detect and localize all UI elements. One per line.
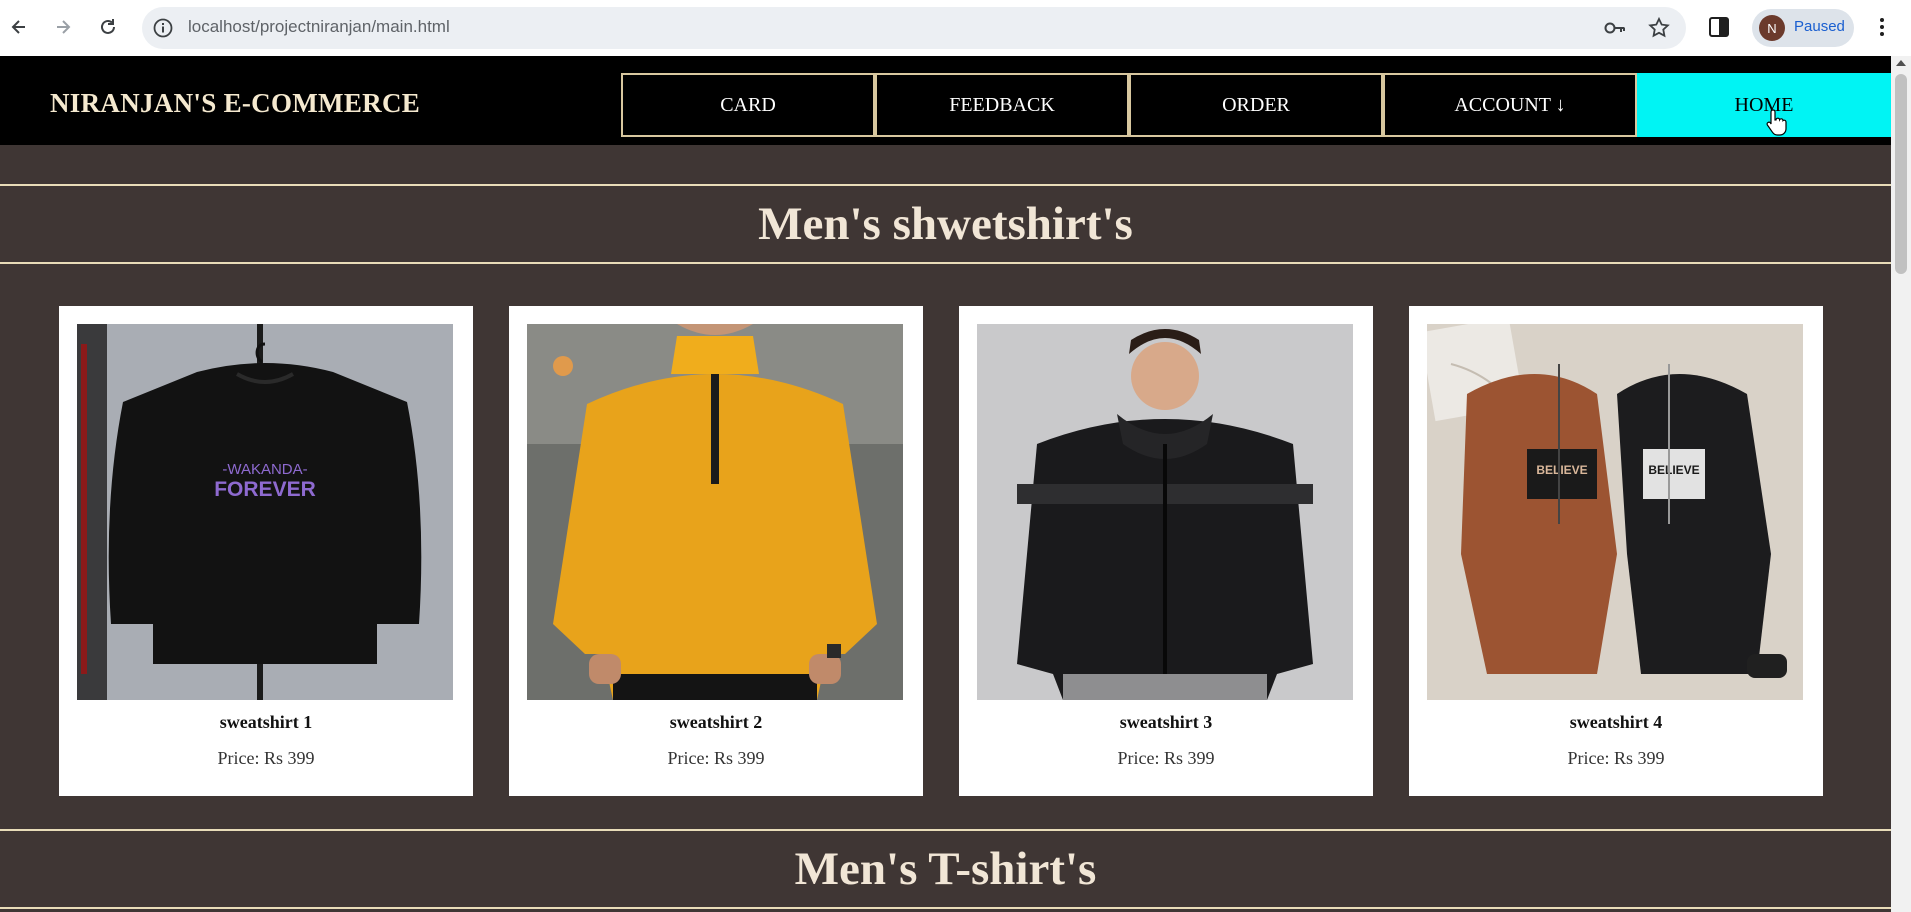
product-image[interactable]: -WAKANDA- FOREVER xyxy=(77,324,453,700)
address-bar[interactable]: localhost/projectniranjan/main.html xyxy=(142,7,1686,49)
scrollbar-thumb[interactable] xyxy=(1895,74,1907,274)
product-price: Price: Rs 399 xyxy=(1567,748,1665,768)
back-icon[interactable] xyxy=(4,12,34,42)
nav-account[interactable]: ACCOUNT ↓ xyxy=(1383,73,1637,137)
scroll-up-icon[interactable] xyxy=(1896,60,1906,66)
product-name: sweatshirt 3 xyxy=(1119,712,1213,732)
product-card[interactable]: -WAKANDA- FOREVER sweatshirt 1 Price: Rs… xyxy=(59,306,473,796)
forward-icon[interactable] xyxy=(48,12,78,42)
page-scrollbar[interactable] xyxy=(1891,56,1911,912)
product-name: sweatshirt 2 xyxy=(669,712,763,732)
hand-cursor-icon xyxy=(1766,109,1787,136)
reload-icon[interactable] xyxy=(93,12,123,42)
svg-text:-WAKANDA-: -WAKANDA- xyxy=(222,461,307,478)
page-viewport: NIRANJAN'S E-COMMERCE CARD FEEDBACK ORDE… xyxy=(0,56,1891,912)
browser-menu-icon[interactable] xyxy=(1872,15,1892,39)
product-card[interactable]: sweatshirt 3 Price: Rs 399 xyxy=(959,306,1373,796)
password-key-icon[interactable] xyxy=(1604,18,1626,38)
product-image[interactable]: BELIEVE BELIEVE xyxy=(1427,324,1803,700)
product-card[interactable]: sweatshirt 2 Price: Rs 399 xyxy=(509,306,923,796)
site-logo[interactable]: NIRANJAN'S E-COMMERCE xyxy=(50,88,420,119)
bookmark-star-icon[interactable] xyxy=(1647,16,1671,40)
product-image[interactable] xyxy=(977,324,1353,700)
section-title-tshirts: Men's T-shirt's xyxy=(0,829,1891,909)
product-price: Price: Rs 399 xyxy=(1117,748,1215,768)
nav-order[interactable]: ORDER xyxy=(1129,73,1383,137)
product-price: Price: Rs 399 xyxy=(667,748,765,768)
site-header: NIRANJAN'S E-COMMERCE CARD FEEDBACK ORDE… xyxy=(0,56,1891,145)
product-name: sweatshirt 1 xyxy=(219,712,313,732)
browser-toolbar: localhost/projectniranjan/main.html N Pa… xyxy=(0,0,1911,56)
profile-status: Paused xyxy=(1794,18,1845,35)
nav-feedback[interactable]: FEEDBACK xyxy=(875,73,1129,137)
side-panel-icon[interactable] xyxy=(1708,16,1730,38)
svg-text:BELIEVE: BELIEVE xyxy=(1648,463,1699,477)
product-price: Price: Rs 399 xyxy=(217,748,315,768)
svg-text:FOREVER: FOREVER xyxy=(214,478,316,501)
nav-card[interactable]: CARD xyxy=(621,73,875,137)
product-name: sweatshirt 4 xyxy=(1569,712,1663,732)
main-nav: CARD FEEDBACK ORDER ACCOUNT ↓ HOME xyxy=(621,73,1891,137)
svg-text:BELIEVE: BELIEVE xyxy=(1536,463,1587,477)
url-text[interactable]: localhost/projectniranjan/main.html xyxy=(188,17,450,37)
profile-button[interactable]: N Paused xyxy=(1752,9,1854,47)
product-card[interactable]: BELIEVE BELIEVE sweatshirt 4 Price: Rs 3… xyxy=(1409,306,1823,796)
product-image[interactable] xyxy=(527,324,903,700)
avatar: N xyxy=(1759,15,1785,41)
nav-home[interactable]: HOME xyxy=(1637,73,1891,137)
site-info-icon[interactable] xyxy=(152,17,174,39)
section-title-sweatshirts: Men's shwetshirt's xyxy=(0,184,1891,264)
